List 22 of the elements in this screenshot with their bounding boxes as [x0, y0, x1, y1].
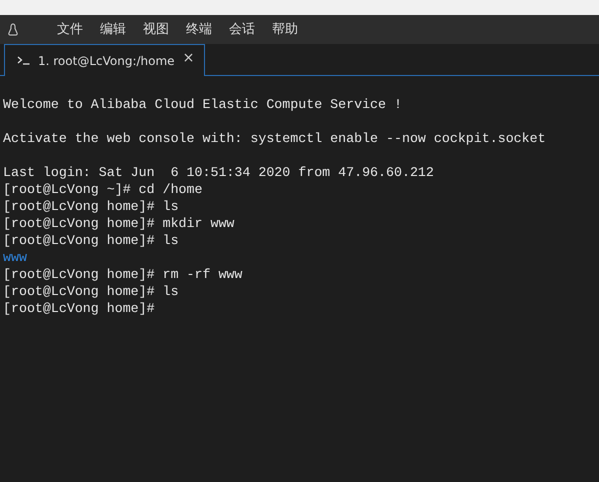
terminal-line: [root@LcVong home]# ls: [3, 198, 179, 215]
terminal-line: [root@LcVong home]#: [3, 300, 155, 317]
menu-item[interactable]: 编辑: [100, 20, 126, 40]
menu-item[interactable]: 终端: [186, 20, 212, 40]
menu-item[interactable]: 会话: [229, 20, 255, 40]
directory-listing: www: [3, 249, 27, 266]
linux-icon: [7, 22, 19, 36]
terminal-icon: [17, 56, 30, 65]
tab-label: 1. root@LcVong:/home: [38, 52, 175, 70]
terminal-line: [root@LcVong home]# rm -rf www: [3, 266, 242, 283]
terminal-line: [root@LcVong ~]# cd /home: [3, 181, 202, 198]
terminal-line: Welcome to Alibaba Cloud Elastic Compute Service !: [3, 96, 402, 113]
terminal-tab[interactable]: 1. root@LcVong:/home ×: [4, 44, 206, 76]
terminal-line: Last login: Sat Jun 6 10:51:34 2020 from 47.96.60.212: [3, 164, 434, 181]
terminal-line: [root@LcVong home]# ls: [3, 283, 179, 300]
close-icon[interactable]: ×: [182, 51, 194, 65]
terminal-line: [root@LcVong home]# mkdir www: [3, 215, 234, 232]
menu-item[interactable]: 帮助: [272, 20, 298, 40]
terminal-line: [root@LcVong home]# ls: [3, 232, 179, 249]
menu-item[interactable]: 文件: [57, 20, 83, 40]
menu-item[interactable]: 视图: [143, 20, 169, 40]
terminal-line: Activate the web console with: systemctl enable --now cockpit.socket: [3, 130, 546, 147]
